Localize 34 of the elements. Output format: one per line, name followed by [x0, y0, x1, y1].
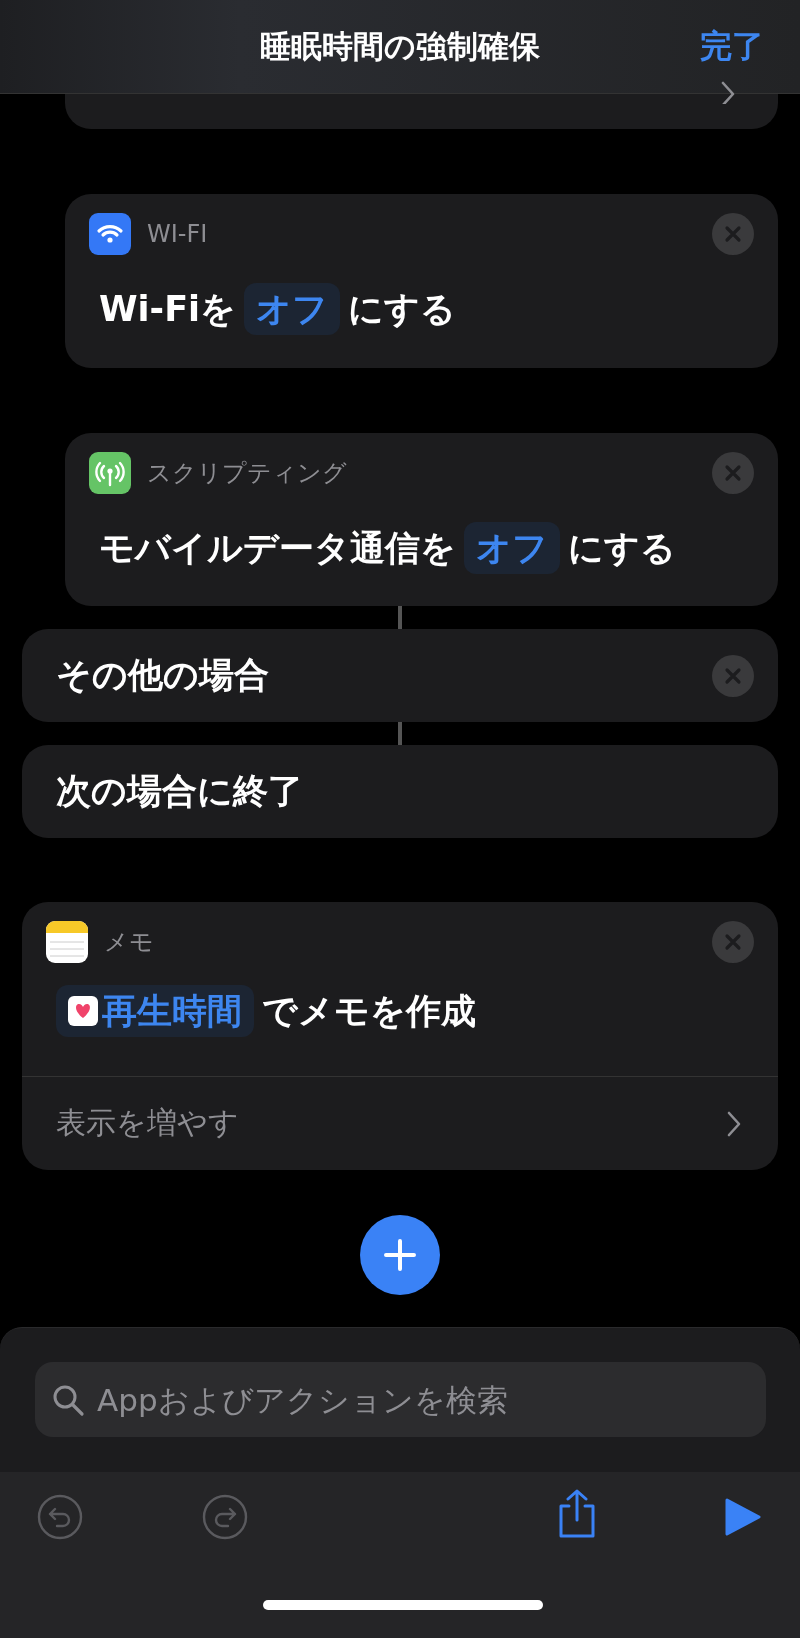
control-label: その他の場合: [56, 654, 269, 697]
done-button[interactable]: 完了: [700, 24, 764, 69]
show-more-label: 表示を増やす: [56, 1104, 239, 1142]
action-text: にする: [348, 287, 457, 331]
remove-button[interactable]: [712, 452, 754, 494]
close-icon: [723, 665, 743, 686]
close-icon: [723, 932, 743, 952]
search-field[interactable]: Appおよびアクションを検索: [35, 1362, 766, 1437]
shortcut-title: 睡眠時間の強制確保: [260, 26, 540, 66]
show-more-row[interactable]: 表示を増やす: [22, 1076, 778, 1170]
close-icon: [723, 463, 743, 483]
remove-button[interactable]: [712, 654, 754, 697]
chevron-icon: [720, 80, 736, 104]
action-text: Wi-Fiを: [99, 287, 237, 331]
notepad-icon: [46, 921, 88, 963]
action-text: にする: [568, 526, 676, 570]
wifi-icon: [89, 213, 131, 255]
remove-button[interactable]: [712, 213, 754, 255]
control-label: 次の場合に終了: [56, 770, 303, 813]
antenna-icon: [89, 452, 131, 494]
close-icon: [723, 224, 743, 244]
remove-button[interactable]: [712, 921, 754, 963]
search-input[interactable]: Appおよびアクションを検索: [97, 1381, 750, 1418]
chevron-icon: [726, 1109, 742, 1138]
variable-token[interactable]: オフ: [244, 283, 341, 335]
app-name: スクリプティング: [147, 458, 348, 489]
app-name: メモ: [104, 927, 155, 958]
play-button[interactable]: [724, 1497, 762, 1537]
app-name: WI-FI: [147, 220, 209, 248]
plus-icon: [382, 1237, 418, 1273]
variable-token[interactable]: 再生時間: [56, 985, 254, 1037]
action-text: モバイルデータ通信を: [99, 526, 456, 570]
variable-token[interactable]: オフ: [464, 522, 560, 574]
action-text: でメモを作成: [262, 989, 476, 1033]
